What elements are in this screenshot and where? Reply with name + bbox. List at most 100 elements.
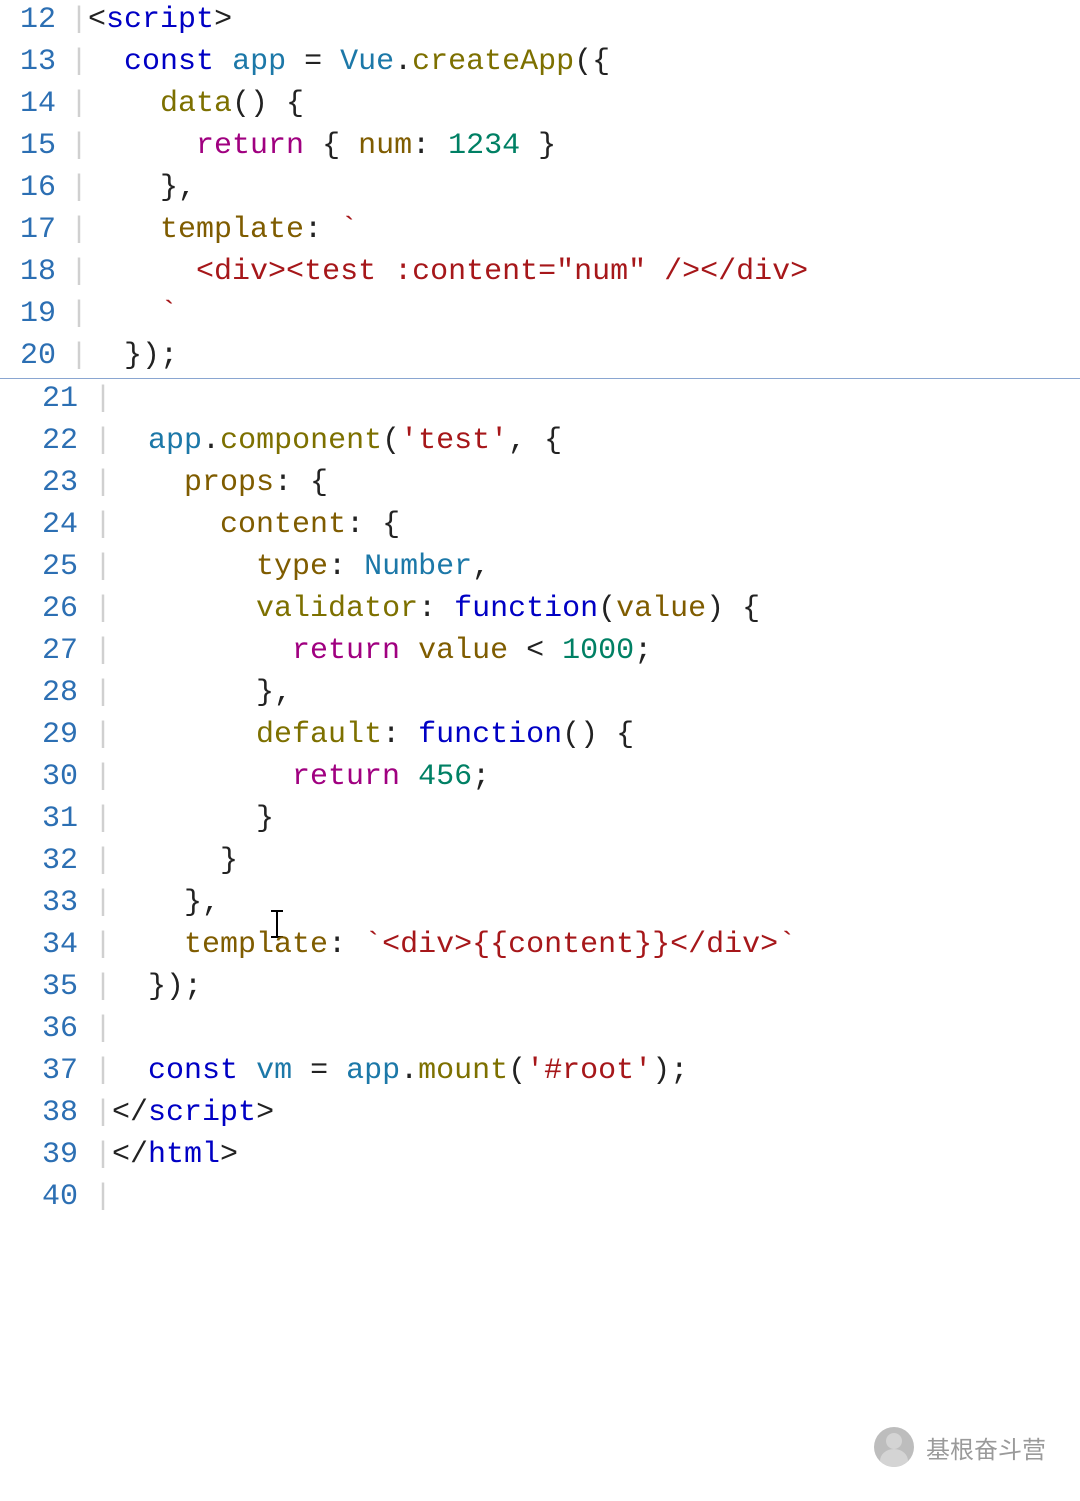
code-content[interactable]: data() { <box>88 86 304 122</box>
code-line: 19| ` <box>0 294 1080 336</box>
indent-guide: | <box>94 1011 112 1047</box>
indent-guide: | <box>94 1095 112 1131</box>
line-number: 18 <box>0 254 70 290</box>
token: content <box>220 508 346 542</box>
token: vm <box>256 1054 292 1088</box>
code-line: 28| }, <box>0 673 1080 715</box>
token: </ <box>112 1138 148 1172</box>
indent-guide: | <box>70 296 88 332</box>
code-line: 40| <box>0 1177 1080 1219</box>
code-content[interactable]: app.component('test', { <box>112 423 562 459</box>
line-number: 35 <box>0 969 94 1005</box>
line-number: 37 <box>0 1053 94 1089</box>
token: : <box>304 213 340 247</box>
line-number: 31 <box>0 801 94 837</box>
token: : <box>382 718 418 752</box>
token: , { <box>508 424 562 458</box>
code-section-lower: 21| 22| app.component('test', {23| props… <box>0 379 1080 1219</box>
token: 1234 <box>448 129 520 163</box>
code-content[interactable]: return 456; <box>112 759 490 795</box>
token: { <box>304 129 358 163</box>
token: , <box>472 550 490 584</box>
token: template <box>184 928 328 962</box>
code-content[interactable]: }); <box>88 338 178 374</box>
indent-guide: | <box>94 465 112 501</box>
code-content[interactable]: default: function() { <box>112 717 634 753</box>
code-content[interactable]: return { num: 1234 } <box>88 128 556 164</box>
code-content[interactable]: }, <box>112 885 292 921</box>
line-number: 28 <box>0 675 94 711</box>
code-line: 17| template: ` <box>0 210 1080 252</box>
code-content[interactable]: template: `<div>{{content}}</div>` <box>112 927 796 963</box>
code-content[interactable]: }, <box>112 675 292 711</box>
code-content[interactable]: <div><test :content="num" /></div> <box>88 254 808 290</box>
token: }); <box>124 339 178 373</box>
code-content[interactable]: const app = Vue.createApp({ <box>88 44 610 80</box>
code-content[interactable]: }, <box>88 170 196 206</box>
code-content[interactable]: content: { <box>112 507 400 543</box>
token: } <box>256 802 274 836</box>
token: const <box>148 1054 256 1088</box>
code-content[interactable]: validator: function(value) { <box>112 591 760 627</box>
token: app <box>346 1054 400 1088</box>
code-line: 36| <box>0 1009 1080 1051</box>
token: ( <box>508 1054 526 1088</box>
indent-guide: | <box>94 801 112 837</box>
token: <div><test :content="num" /></div> <box>196 255 808 289</box>
indent-guide: | <box>94 549 112 585</box>
code-line: 39| </html> <box>0 1135 1080 1177</box>
token: } <box>220 844 238 878</box>
token: default <box>256 718 382 752</box>
token: ( <box>598 592 616 626</box>
token: : { <box>274 466 328 500</box>
code-content[interactable]: <script> <box>88 2 232 38</box>
code-content[interactable]: const vm = app.mount('#root'); <box>112 1053 688 1089</box>
token: : { <box>346 508 400 542</box>
code-line: 38| </script> <box>0 1093 1080 1135</box>
token: () { <box>562 718 634 752</box>
code-content[interactable]: props: { <box>112 465 328 501</box>
code-content[interactable]: template: ` <box>88 212 358 248</box>
token: return <box>196 129 304 163</box>
code-content[interactable]: </html> <box>112 1137 238 1173</box>
code-content[interactable]: return value < 1000; <box>112 633 652 669</box>
token: ; <box>472 760 490 794</box>
watermark-avatar-icon <box>874 1427 914 1467</box>
code-content[interactable]: type: Number, <box>112 549 490 585</box>
token: }); <box>148 970 202 1004</box>
token: app <box>148 424 202 458</box>
token: createApp <box>412 45 574 79</box>
code-content[interactable]: }); <box>112 969 202 1005</box>
code-content[interactable]: </script> <box>112 1095 274 1131</box>
indent-guide: | <box>94 675 112 711</box>
token <box>400 634 418 668</box>
indent-guide: | <box>70 170 88 206</box>
code-line: 24| content: { <box>0 505 1080 547</box>
token: html <box>148 1138 220 1172</box>
token: = <box>292 1054 346 1088</box>
line-number: 12 <box>0 2 70 38</box>
token: script <box>106 3 214 37</box>
code-line: 23| props: { <box>0 463 1080 505</box>
code-line: 34| template: `<div>{{content}}</div>` <box>0 925 1080 967</box>
token: type <box>256 550 328 584</box>
token: }, <box>160 171 196 205</box>
token: : <box>328 928 364 962</box>
code-line: 31| } <box>0 799 1080 841</box>
code-content[interactable]: } <box>112 801 274 837</box>
token: 'test' <box>400 424 508 458</box>
token: < <box>508 634 562 668</box>
token: script <box>148 1096 256 1130</box>
indent-guide: | <box>94 717 112 753</box>
code-content[interactable]: } <box>112 843 238 879</box>
line-number: 29 <box>0 717 94 753</box>
indent-guide: | <box>70 2 88 38</box>
indent-guide: | <box>94 381 112 417</box>
line-number: 32 <box>0 843 94 879</box>
code-line: 30| return 456; <box>0 757 1080 799</box>
token: ( <box>382 424 400 458</box>
code-content[interactable]: ` <box>88 296 178 332</box>
code-line: 21| <box>0 379 1080 421</box>
indent-guide: | <box>70 44 88 80</box>
token: : <box>412 129 448 163</box>
